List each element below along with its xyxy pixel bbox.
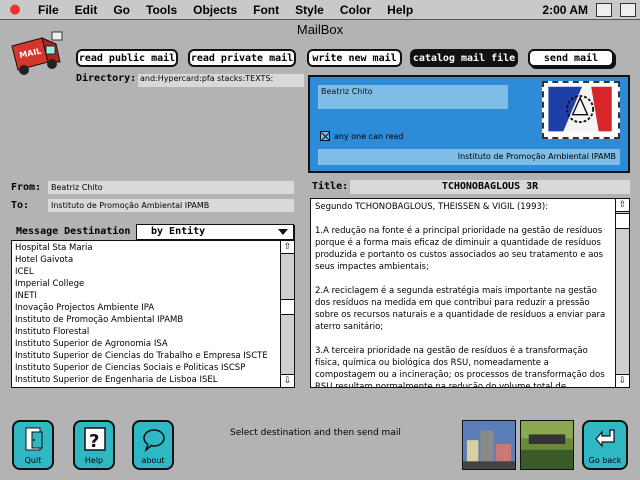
list-item[interactable]: ICEL [15, 266, 279, 278]
public-read-checkbox[interactable] [320, 131, 330, 141]
title-field[interactable]: TCHONOBAGLOUS 3R [350, 180, 630, 194]
to-label: To: [11, 200, 30, 211]
go-back-label: Go back [588, 456, 622, 465]
list-item[interactable]: Inovação Projectos Ambiente IPA [15, 302, 279, 314]
list-item[interactable]: INETI [15, 290, 279, 302]
back-arrow-icon [595, 429, 615, 448]
scroll-down-arrow-icon[interactable]: ⇩ [616, 374, 629, 387]
scroll-up-arrow-icon[interactable]: ⇧ [281, 241, 294, 254]
chevron-down-icon [278, 229, 288, 235]
list-item[interactable]: Instituto Superior de Ciencias do Trabal… [15, 350, 279, 362]
envelope-panel: Beatriz Chito any one can read Instituto… [308, 75, 630, 173]
directory-path: and:Hypercard:pfa stacks:TEXTS: [138, 74, 304, 87]
menu-color[interactable]: Color [332, 3, 379, 17]
status-message: Select destination and then send mail [230, 428, 401, 438]
to-field[interactable]: Instituto de Promoção Ambiental IPAMB [48, 199, 294, 212]
directory-label: Directory: [76, 73, 137, 84]
scroll-thumb[interactable] [616, 213, 629, 229]
city-photo-icon[interactable] [462, 420, 516, 470]
balloon-help-icon[interactable] [596, 3, 612, 17]
menu-go[interactable]: Go [105, 3, 138, 17]
read-public-mail-button[interactable]: read public mail [76, 49, 178, 67]
quit-label: Quit [24, 456, 42, 465]
scroll-up-arrow-icon[interactable]: ⇧ [616, 199, 629, 212]
message-body-area[interactable]: Segundo TCHONOBAGLOUS, THEISSEN & VIGIL … [310, 198, 630, 388]
from-field[interactable]: Beatriz Chito [48, 181, 294, 194]
read-private-mail-button[interactable]: read private mail [188, 49, 296, 67]
landscape-photo-icon[interactable] [520, 420, 574, 470]
question-mark-icon: ? [84, 427, 106, 452]
public-read-checkbox-row[interactable]: any one can read [320, 131, 404, 141]
menu-bar: ● File Edit Go Tools Objects Font Style … [0, 0, 640, 20]
go-back-button[interactable]: Go back [582, 420, 628, 470]
menu-objects[interactable]: Objects [185, 3, 245, 17]
about-label: about [141, 456, 165, 465]
menubar-clock[interactable]: 2:00 AM [542, 3, 588, 17]
title-label: Title: [312, 181, 349, 192]
menu-tools[interactable]: Tools [138, 3, 185, 17]
menu-edit[interactable]: Edit [67, 3, 106, 17]
list-item[interactable]: Hotel Gaivota [15, 254, 279, 266]
help-label: Help [84, 456, 104, 465]
svg-text:?: ? [89, 431, 99, 452]
sender-name-field[interactable]: Beatriz Chito [318, 85, 508, 109]
from-label: From: [11, 182, 42, 193]
about-button[interactable]: about [132, 420, 174, 470]
menu-font[interactable]: Font [245, 3, 287, 17]
destination-scrollbar[interactable]: ⇧ ⇩ [280, 241, 294, 387]
write-new-mail-button[interactable]: write new mail [307, 49, 402, 67]
application-menu-icon[interactable] [620, 3, 636, 17]
menu-help[interactable]: Help [379, 3, 421, 17]
send-mail-button[interactable]: send mail [528, 49, 614, 67]
list-item[interactable]: Imperial College [15, 278, 279, 290]
catalog-mail-file-button[interactable]: catalog mail file [410, 49, 518, 67]
help-button[interactable]: ? Help [73, 420, 115, 470]
public-read-label: any one can read [334, 131, 404, 141]
list-item[interactable]: Hospital Sta Maria [15, 242, 279, 254]
destination-mode-select[interactable]: by Entity [136, 224, 294, 240]
apple-menu-icon[interactable]: ● [0, 2, 30, 17]
list-item[interactable]: Instituto de Promoção Ambiental IPAMB [15, 314, 279, 326]
mail-truck-icon: MAIL [11, 31, 63, 75]
scroll-down-arrow-icon[interactable]: ⇩ [281, 374, 294, 387]
scroll-thumb[interactable] [281, 299, 294, 315]
list-item[interactable]: Instituto Superior de Agronomia ISA [15, 338, 279, 350]
menu-style[interactable]: Style [287, 3, 332, 17]
speech-bubble-icon [143, 429, 165, 452]
postage-stamp-icon [542, 81, 620, 139]
message-body-text[interactable]: Segundo TCHONOBAGLOUS, THEISSEN & VIGIL … [315, 201, 611, 387]
window-title: MailBox [296, 22, 344, 37]
list-item[interactable]: Instituto Florestal [15, 326, 279, 338]
quit-button[interactable]: Quit [12, 420, 54, 470]
destination-list[interactable]: Hospital Sta Maria Hotel Gaivota ICEL Im… [11, 240, 295, 388]
door-exit-icon [25, 427, 43, 451]
list-item[interactable]: Instituto Superior de Ciencias Sociais e… [15, 362, 279, 374]
menu-file[interactable]: File [30, 3, 67, 17]
recipient-institution-field: Instituto de Promoção Ambiental IPAMB [318, 149, 620, 165]
destination-mode-value: by Entity [151, 226, 206, 237]
message-scrollbar[interactable]: ⇧ ⇩ [615, 199, 629, 387]
list-item[interactable]: Instituto Superior de Engenharia de Lisb… [15, 374, 279, 386]
message-destination-label: Message Destination [16, 226, 131, 237]
